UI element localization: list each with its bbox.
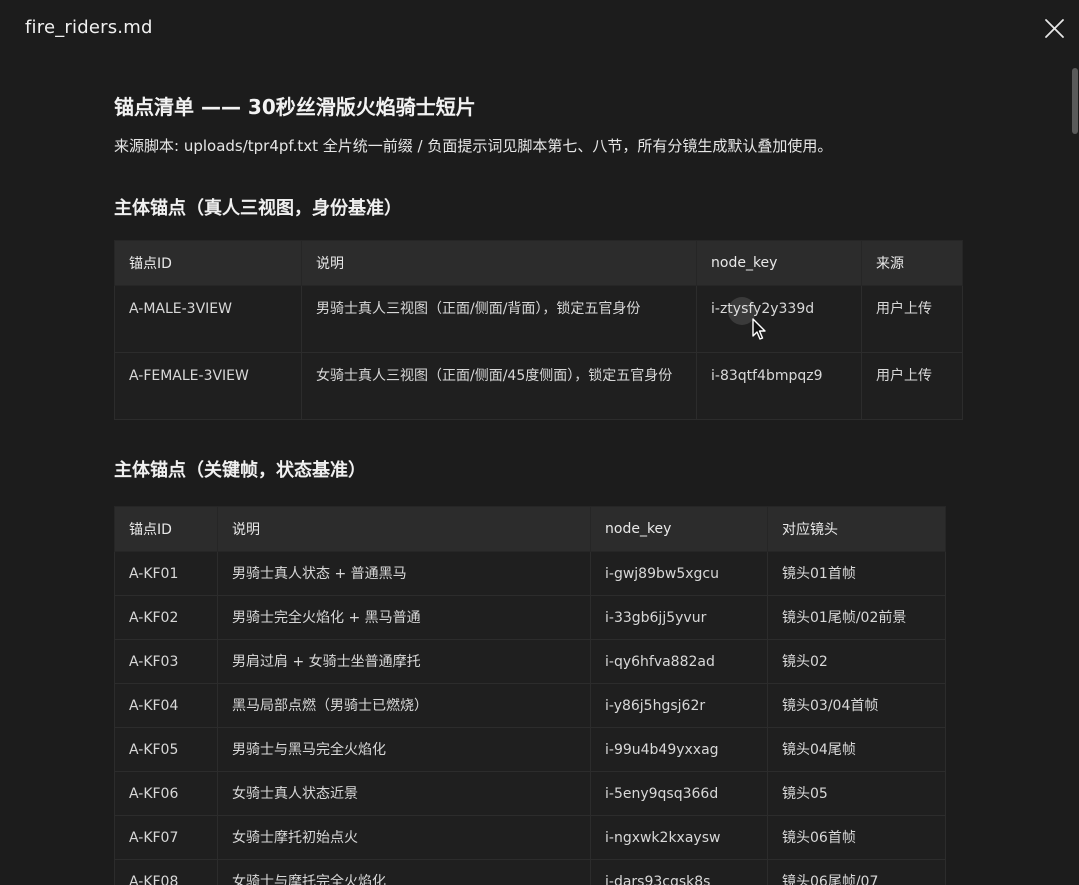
table-row: A-KF05 男骑士与黑马完全火焰化 i-99u4b49yxxag 镜头04尾帧	[114, 727, 946, 772]
table-row: A-FEMALE-3VIEW 女骑士真人三视图（正面/侧面/45度侧面），锁定五…	[114, 352, 963, 420]
close-icon	[1045, 19, 1064, 38]
anchor-id-cell: A-KF04	[114, 683, 218, 728]
description-cell: 女骑士真人三视图（正面/侧面/45度侧面），锁定五官身份	[301, 352, 697, 420]
markdown-preview-window: fire_riders.md 锚点清单 —— 30秒丝滑版火焰骑士短片 来源脚本…	[0, 0, 1079, 885]
description-cell: 男骑士完全火焰化 + 黑马普通	[217, 595, 591, 640]
anchor-id-cell: A-KF06	[114, 771, 218, 816]
table-row: A-KF02 男骑士完全火焰化 + 黑马普通 i-33gb6jj5yvur 镜头…	[114, 595, 946, 640]
document-content: 锚点清单 —— 30秒丝滑版火焰骑士短片 来源脚本: uploads/tpr4p…	[114, 88, 1014, 885]
table-row: A-KF08 女骑士与摩托完全火焰化 i-dars93cqsk8s 镜头06尾帧…	[114, 859, 946, 885]
scrollbar-thumb[interactable]	[1072, 68, 1078, 134]
table-header-row: 锚点ID 说明 node_key 来源	[114, 240, 963, 286]
column-header: node_key	[590, 506, 768, 552]
section-title-identity: 主体锚点（真人三视图，身份基准）	[114, 198, 402, 219]
title-bar: fire_riders.md	[0, 0, 1079, 58]
vertical-scrollbar[interactable]	[1068, 62, 1079, 885]
anchor-id-cell: A-KF01	[114, 551, 218, 596]
table-row: A-KF03 男肩过肩 + 女骑士坐普通摩托 i-qy6hfva882ad 镜头…	[114, 639, 946, 684]
description-cell: 女骑士摩托初始点火	[217, 815, 591, 860]
section-title-keyframes: 主体锚点（关键帧，状态基准）	[114, 460, 366, 481]
column-header: 锚点ID	[114, 506, 218, 552]
description-cell: 男肩过肩 + 女骑士坐普通摩托	[217, 639, 591, 684]
shot-cell: 镜头05	[767, 771, 946, 816]
anchor-id-cell: A-KF08	[114, 859, 218, 885]
table-row: A-MALE-3VIEW 男骑士真人三视图（正面/侧面/背面），锁定五官身份 i…	[114, 285, 963, 353]
identity-anchor-table: 锚点ID 说明 node_key 来源 A-MALE-3VIEW 男骑士真人三视…	[114, 240, 963, 420]
anchor-id-cell: A-MALE-3VIEW	[114, 285, 302, 353]
node-key-cell: i-gwj89bw5xgcu	[590, 551, 768, 596]
source-cell: 用户上传	[861, 352, 963, 420]
node-key-cell: i-ngxwk2kxaysw	[590, 815, 768, 860]
node-key-cell: i-99u4b49yxxag	[590, 727, 768, 772]
node-key-cell: i-y86j5hgsj62r	[590, 683, 768, 728]
description-cell: 男骑士与黑马完全火焰化	[217, 727, 591, 772]
node-key-cell: i-ztysfy2y339d	[696, 285, 862, 353]
shot-cell: 镜头01首帧	[767, 551, 946, 596]
shot-cell: 镜头03/04首帧	[767, 683, 946, 728]
node-key-cell: i-33gb6jj5yvur	[590, 595, 768, 640]
table-row: A-KF07 女骑士摩托初始点火 i-ngxwk2kxaysw 镜头06首帧	[114, 815, 946, 860]
shot-cell: 镜头06首帧	[767, 815, 946, 860]
node-key-cell: i-qy6hfva882ad	[590, 639, 768, 684]
source-cell: 用户上传	[861, 285, 963, 353]
anchor-id-cell: A-KF07	[114, 815, 218, 860]
document-heading: 锚点清单 —— 30秒丝滑版火焰骑士短片	[114, 95, 476, 119]
table-row: A-KF01 男骑士真人状态 + 普通黑马 i-gwj89bw5xgcu 镜头0…	[114, 551, 946, 596]
shot-cell: 镜头06尾帧/07	[767, 859, 946, 885]
description-cell: 女骑士真人状态近景	[217, 771, 591, 816]
table-row: A-KF04 黑马局部点燃（男骑士已燃烧） i-y86j5hgsj62r 镜头0…	[114, 683, 946, 728]
shot-cell: 镜头02	[767, 639, 946, 684]
source-line: 来源脚本: uploads/tpr4pf.txt 全片统一前缀 / 负面提示词见…	[114, 137, 833, 155]
column-header: 说明	[217, 506, 591, 552]
shot-cell: 镜头04尾帧	[767, 727, 946, 772]
anchor-id-cell: A-KF05	[114, 727, 218, 772]
table-header-row: 锚点ID 说明 node_key 对应镜头	[114, 506, 946, 552]
close-button[interactable]	[1040, 14, 1070, 44]
description-cell: 男骑士真人状态 + 普通黑马	[217, 551, 591, 596]
column-header: node_key	[696, 240, 862, 286]
window-title: fire_riders.md	[25, 17, 153, 38]
anchor-id-cell: A-KF03	[114, 639, 218, 684]
node-key-cell: i-dars93cqsk8s	[590, 859, 768, 885]
column-header: 对应镜头	[767, 506, 946, 552]
keyframe-anchor-table: 锚点ID 说明 node_key 对应镜头 A-KF01 男骑士真人状态 + 普…	[114, 506, 946, 885]
anchor-id-cell: A-FEMALE-3VIEW	[114, 352, 302, 420]
description-cell: 男骑士真人三视图（正面/侧面/背面），锁定五官身份	[301, 285, 697, 353]
description-cell: 黑马局部点燃（男骑士已燃烧）	[217, 683, 591, 728]
anchor-id-cell: A-KF02	[114, 595, 218, 640]
column-header: 锚点ID	[114, 240, 302, 286]
column-header: 说明	[301, 240, 697, 286]
node-key-cell: i-83qtf4bmpqz9	[696, 352, 862, 420]
shot-cell: 镜头01尾帧/02前景	[767, 595, 946, 640]
column-header: 来源	[861, 240, 963, 286]
table-row: A-KF06 女骑士真人状态近景 i-5eny9qsq366d 镜头05	[114, 771, 946, 816]
node-key-cell: i-5eny9qsq366d	[590, 771, 768, 816]
description-cell: 女骑士与摩托完全火焰化	[217, 859, 591, 885]
